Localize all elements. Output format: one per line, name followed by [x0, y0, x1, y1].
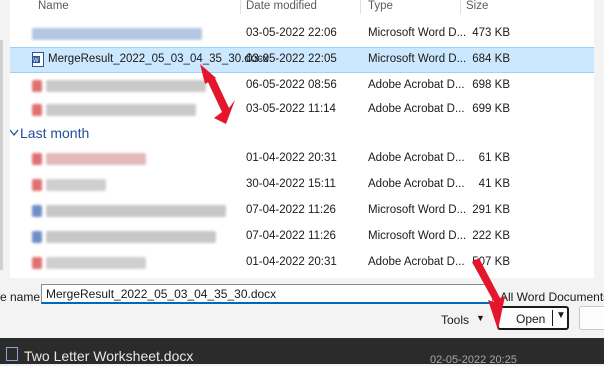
taskbar: Two Letter Worksheet.docx 02-05-2022 20:…	[0, 338, 604, 366]
recent-document-date: 02-05-2022 20:25	[430, 354, 517, 366]
annotation-arrows	[200, 64, 505, 330]
document-icon	[6, 347, 18, 361]
red-arrow-icon	[472, 258, 505, 330]
red-arrow-icon	[200, 64, 235, 124]
recent-document-title[interactable]: Two Letter Worksheet.docx	[24, 348, 193, 364]
